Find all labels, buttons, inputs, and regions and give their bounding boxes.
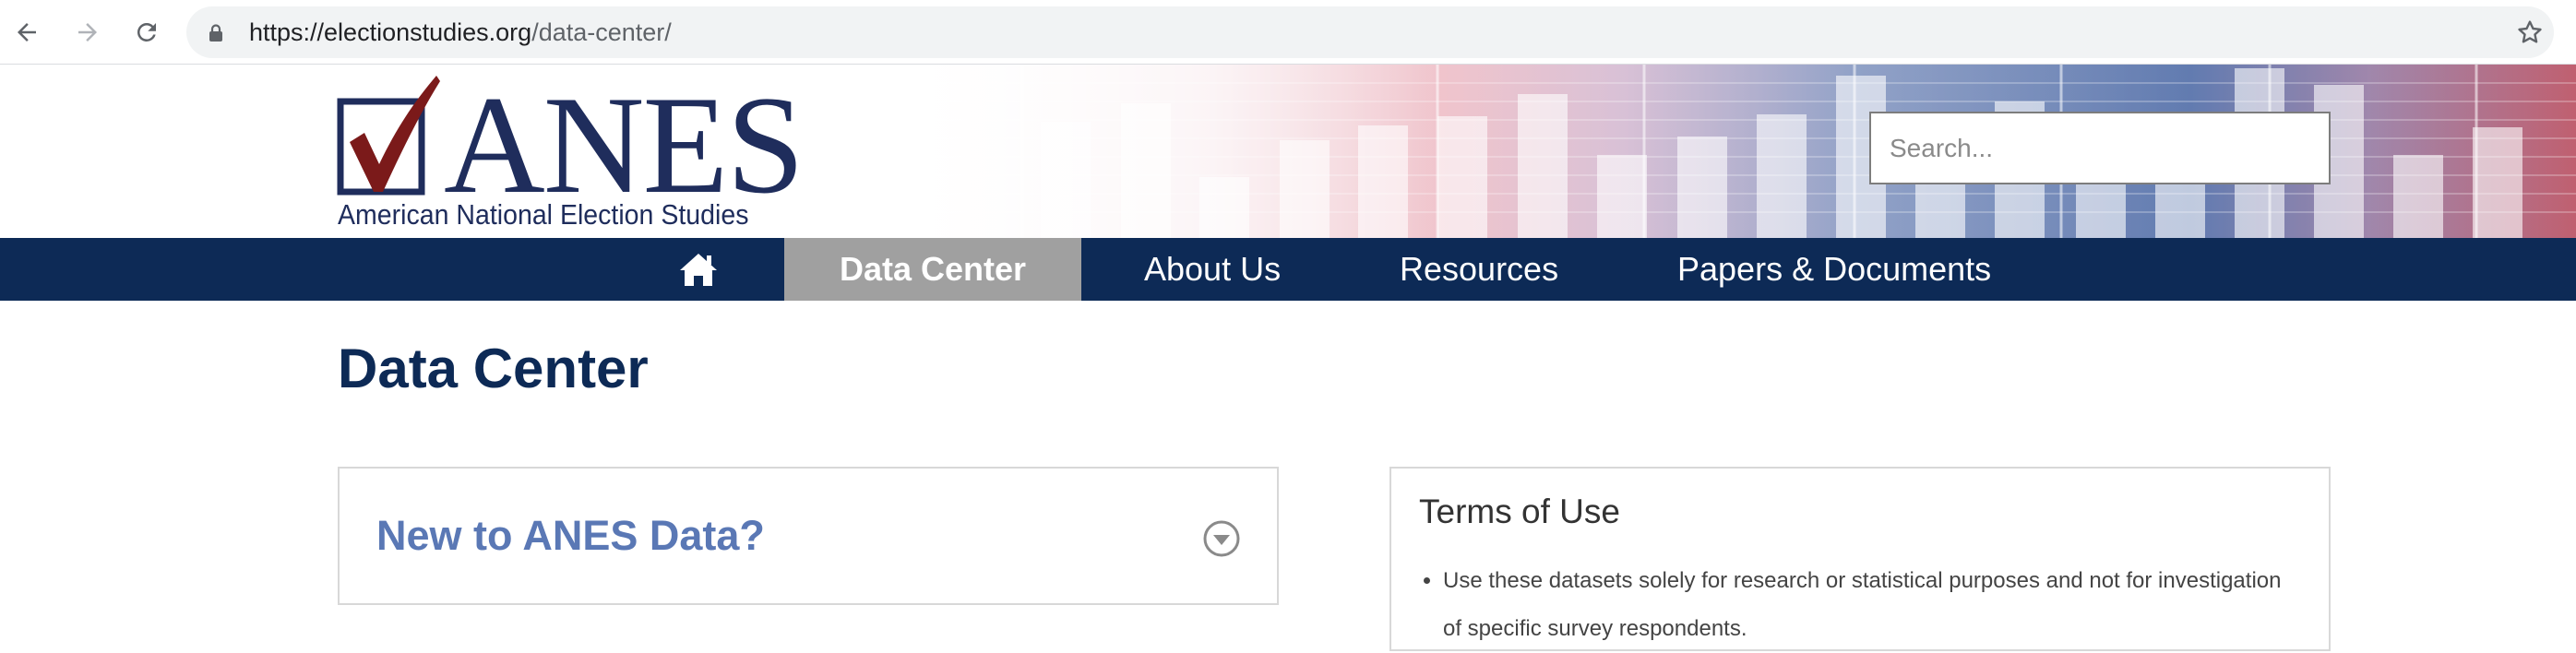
new-to-anes-accordion[interactable]: New to ANES Data?: [338, 467, 1279, 605]
back-button[interactable]: [6, 11, 48, 53]
accordion-title[interactable]: New to ANES Data?: [376, 511, 765, 561]
forward-button[interactable]: [66, 11, 109, 53]
logo-wordmark: ANES: [444, 67, 805, 222]
chevron-down-circle-icon[interactable]: [1203, 520, 1240, 557]
back-arrow-icon: [18, 23, 36, 42]
nav-item-papers-documents[interactable]: Papers & Documents: [1677, 238, 1991, 301]
bookmark-star-icon[interactable]: [2515, 18, 2545, 47]
browser-toolbar: https://electionstudies.org/data-center/: [0, 0, 2576, 65]
nav-item-data-center[interactable]: Data Center: [784, 238, 1081, 301]
logo-subtitle: American National Election Studies: [338, 198, 749, 231]
url-domain: https://electionstudies.org: [249, 18, 532, 46]
home-icon: [680, 254, 717, 286]
terms-of-use-panel: Terms of Use Use these datasets solely f…: [1389, 467, 2331, 651]
site-header: ANES American National Election Studies: [0, 65, 2576, 238]
address-bar[interactable]: https://electionstudies.org/data-center/: [186, 6, 2554, 58]
search-input[interactable]: [1869, 112, 2331, 184]
forward-arrow-icon: [78, 23, 97, 42]
main-navigation: Data Center About Us Resources Papers & …: [0, 238, 2576, 301]
terms-list: Use these datasets solely for research o…: [1419, 557, 2305, 653]
nav-item-about-us[interactable]: About Us: [1144, 238, 1281, 301]
terms-item: Use these datasets solely for research o…: [1443, 557, 2305, 653]
reload-icon: [137, 22, 156, 42]
url-path: /data-center/: [531, 18, 672, 46]
terms-heading: Terms of Use: [1419, 493, 1620, 530]
url-text: https://electionstudies.org/data-center/: [249, 18, 672, 46]
reload-button[interactable]: [125, 11, 168, 53]
nav-item-resources[interactable]: Resources: [1400, 238, 1558, 301]
nav-home-link[interactable]: [651, 238, 744, 301]
page-title: Data Center: [338, 338, 649, 399]
lock-icon: [209, 24, 222, 42]
